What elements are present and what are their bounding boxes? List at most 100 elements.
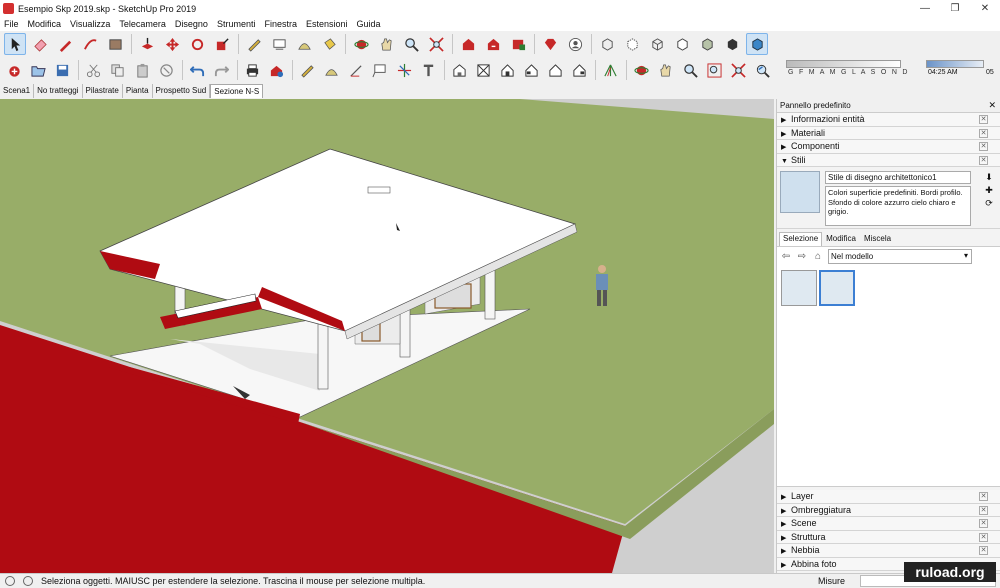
print-button[interactable] — [242, 59, 263, 81]
rotate-tool-button[interactable] — [186, 33, 208, 55]
iso-view-button[interactable] — [449, 59, 470, 81]
tray-entity-info[interactable]: ▶ Informazioni entità ✕ — [777, 113, 1000, 127]
menu-disegno[interactable]: Disegno — [171, 19, 213, 29]
tray-close-icon[interactable]: ✕ — [988, 100, 996, 111]
menu-estensioni[interactable]: Estensioni — [302, 19, 353, 29]
ruby-console-button[interactable] — [539, 33, 561, 55]
shaded-textures-button[interactable] — [721, 33, 743, 55]
menu-telecamera[interactable]: Telecamera — [115, 19, 171, 29]
close-icon[interactable]: ✕ — [979, 115, 988, 124]
zoom-button[interactable] — [400, 33, 422, 55]
tray-outliner[interactable]: ▶ Struttura ✕ — [777, 530, 1000, 544]
redo-button[interactable] — [211, 59, 232, 81]
back-view-button[interactable] — [545, 59, 566, 81]
scene-tab-scena1[interactable]: Scena1 — [0, 84, 35, 98]
wireframe-button[interactable] — [646, 33, 668, 55]
minimize-button[interactable]: — — [910, 0, 940, 17]
open-file-button[interactable] — [28, 59, 49, 81]
maximize-button[interactable]: ❐ — [940, 0, 970, 17]
zoom-extents-button-2[interactable] — [728, 59, 749, 81]
month-slider[interactable] — [786, 60, 901, 68]
top-view-button[interactable] — [473, 59, 494, 81]
close-icon[interactable]: ✕ — [979, 155, 988, 165]
close-icon[interactable]: ✕ — [979, 142, 988, 151]
shaded-button[interactable] — [696, 33, 718, 55]
perspective-button[interactable] — [600, 59, 621, 81]
scale-tool-button[interactable] — [211, 33, 233, 55]
scene-tab-no-tratteggi[interactable]: No tratteggi — [34, 84, 83, 98]
scene-tab-prospetto-sud[interactable]: Prospetto Sud — [153, 84, 211, 98]
text-tool-button[interactable] — [369, 59, 390, 81]
tab-selezione[interactable]: Selezione — [779, 232, 823, 246]
info-icon[interactable] — [23, 576, 33, 586]
close-button[interactable]: ✕ — [970, 0, 1000, 17]
extension-warehouse-button[interactable] — [507, 33, 529, 55]
model-viewport[interactable] — [0, 99, 774, 573]
scene-tab-pianta[interactable]: Pianta — [123, 84, 153, 98]
dimension-tool-button[interactable] — [268, 33, 290, 55]
copy-button[interactable] — [107, 59, 128, 81]
menu-strumenti[interactable]: Strumenti — [213, 19, 261, 29]
previous-view-button[interactable] — [752, 59, 773, 81]
scene-tab-pilastrate[interactable]: Pilastrate — [83, 84, 123, 98]
tray-scenes[interactable]: ▶ Scene ✕ — [777, 517, 1000, 531]
move-tool-button[interactable] — [161, 33, 183, 55]
monochrome-button[interactable] — [746, 33, 768, 55]
close-icon[interactable]: ✕ — [979, 492, 988, 501]
pan-button-2[interactable] — [655, 59, 676, 81]
pan-button[interactable] — [375, 33, 397, 55]
menu-finestra[interactable]: Finestra — [260, 19, 302, 29]
time-slider[interactable] — [926, 60, 984, 68]
back-edges-button[interactable] — [621, 33, 643, 55]
tray-fog[interactable]: ▶ Nebbia ✕ — [777, 544, 1000, 558]
protractor-button[interactable] — [293, 33, 315, 55]
new-file-button[interactable] — [4, 59, 25, 81]
tray-materials[interactable]: ▶ Materiali ✕ — [777, 126, 1000, 140]
close-icon[interactable]: ✕ — [979, 546, 988, 555]
tray-layers[interactable]: ▶ Layer ✕ — [777, 490, 1000, 504]
menu-guida[interactable]: Guida — [353, 19, 386, 29]
axes-button[interactable] — [345, 59, 366, 81]
push-pull-button[interactable] — [136, 33, 158, 55]
close-icon[interactable]: ✕ — [979, 505, 988, 515]
home-icon[interactable]: ⌂ — [812, 251, 824, 262]
menu-visualizza[interactable]: Visualizza — [66, 19, 115, 29]
undo-button[interactable] — [187, 59, 208, 81]
zoom-button-2[interactable] — [680, 59, 701, 81]
paste-button[interactable] — [132, 59, 153, 81]
orbit-button-2[interactable] — [631, 59, 652, 81]
style-description-field[interactable]: Colori superficie predefiniti. Bordi pro… — [825, 186, 971, 226]
style-thumbnail-item-selected[interactable] — [819, 270, 855, 306]
hidden-line-button[interactable] — [671, 33, 693, 55]
share-model-button[interactable] — [482, 33, 504, 55]
axes-tool-button[interactable] — [393, 59, 414, 81]
cut-button[interactable] — [83, 59, 104, 81]
scene-tab-sezione-ns[interactable]: Sezione N-S — [210, 84, 264, 98]
close-icon[interactable]: ✕ — [979, 532, 988, 542]
style-collection-select[interactable]: Nel modello ▾ — [828, 249, 972, 264]
left-view-button[interactable] — [569, 59, 590, 81]
arc-tool-button[interactable] — [79, 33, 101, 55]
zoom-window-button[interactable] — [704, 59, 725, 81]
line-tool-button[interactable] — [54, 33, 76, 55]
tray-components[interactable]: ▶ Componenti ✕ — [777, 140, 1000, 154]
close-icon[interactable]: ✕ — [979, 519, 988, 528]
create-style-icon[interactable]: ✚ — [982, 184, 996, 197]
update-style-icon[interactable]: ⬇ — [982, 171, 996, 184]
style-name-field[interactable]: Stile di disegno architettonico1 — [825, 171, 971, 184]
delete-button[interactable] — [156, 59, 177, 81]
tray-shadows[interactable]: ▶ Ombreggiatura ✕ — [777, 503, 1000, 517]
geolocation-icon[interactable] — [5, 576, 15, 586]
paint-bucket-button[interactable] — [318, 33, 340, 55]
tab-modifica[interactable]: Modifica — [822, 232, 860, 246]
account-button[interactable] — [564, 33, 586, 55]
select-tool-button[interactable] — [4, 33, 26, 55]
style-thumbnail-item[interactable] — [781, 270, 817, 306]
3d-text-button[interactable] — [418, 59, 439, 81]
model-info-button[interactable] — [266, 59, 287, 81]
tab-miscela[interactable]: Miscela — [860, 232, 895, 246]
rectangle-tool-button[interactable] — [104, 33, 126, 55]
save-button[interactable] — [52, 59, 73, 81]
front-view-button[interactable] — [497, 59, 518, 81]
right-view-button[interactable] — [521, 59, 542, 81]
